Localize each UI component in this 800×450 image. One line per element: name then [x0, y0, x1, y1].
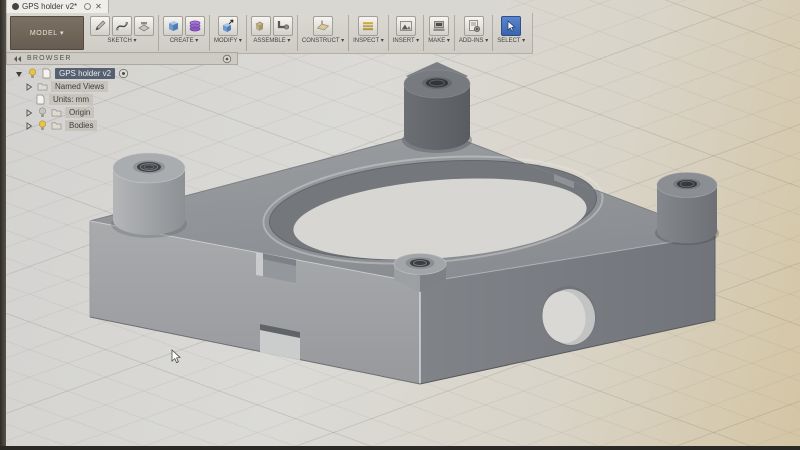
tab-close-button[interactable]: ✕ — [94, 2, 103, 11]
toolbar-group-inspect: INSPECT ▾ — [349, 15, 389, 51]
browser-tree: GPS holder v2 Named Views Units: mm Orig… — [6, 67, 129, 132]
browser-item-units[interactable]: Units: mm — [6, 93, 129, 106]
document-tab-title: GPS holder v2* — [22, 2, 78, 11]
browser-item-named-views[interactable]: Named Views — [6, 80, 129, 93]
toolbar-group-addins: ADD-INS ▾ — [455, 15, 494, 51]
visibility-bulb-off-icon[interactable] — [37, 107, 48, 118]
pencil-icon[interactable] — [90, 16, 110, 36]
toolbar-group-label[interactable]: SKETCH ▾ — [107, 37, 136, 44]
app-badge-icon — [12, 3, 19, 10]
folder-icon — [51, 107, 62, 118]
folder-icon — [51, 120, 62, 131]
expander-closed-icon[interactable] — [23, 120, 34, 131]
document-tab[interactable]: GPS holder v2* ✕ — [6, 0, 109, 13]
new-component-icon[interactable] — [250, 16, 271, 36]
main-toolbar: MODEL ▾ SKETCH ▾ CREATE ▾ MODIFY ▾ ASSEM… — [6, 13, 534, 54]
toolbar-group-create: CREATE ▾ — [159, 15, 210, 51]
toolbar-group-assemble: ASSEMBLE ▾ — [247, 15, 298, 51]
toolbar-group-label[interactable]: INSERT ▾ — [393, 37, 419, 44]
toolbar-group-label[interactable]: CONSTRUCT ▾ — [302, 37, 344, 44]
sketch-slab-icon[interactable] — [134, 16, 154, 36]
mouse-cursor — [171, 349, 181, 364]
expander-closed-icon[interactable] — [23, 107, 34, 118]
screen-bezel-left — [0, 0, 6, 450]
screen-bezel-bottom — [0, 446, 800, 450]
activate-component-radio[interactable] — [118, 68, 129, 79]
press-pull-icon[interactable] — [217, 16, 238, 36]
browser-panel-title: BROWSER — [27, 55, 72, 62]
model-post-back[interactable] — [402, 62, 472, 153]
browser-item-label[interactable]: Named Views — [51, 81, 109, 92]
browser-item-label[interactable]: GPS holder v2 — [55, 68, 116, 79]
toolbar-group-label[interactable]: INSPECT ▾ — [353, 37, 384, 44]
browser-item-root[interactable]: GPS holder v2 — [6, 67, 129, 80]
coil-icon[interactable] — [185, 16, 205, 36]
folder-icon — [37, 81, 48, 92]
toolbar-group-modify: MODIFY ▾ — [210, 15, 247, 51]
browser-item-label[interactable]: Units: mm — [49, 94, 93, 105]
browser-settings-icon[interactable] — [221, 53, 232, 64]
browser-item-label[interactable]: Bodies — [65, 120, 98, 131]
toolbar-group-label[interactable]: ASSEMBLE ▾ — [253, 37, 290, 44]
toolbar-group-sketch: SKETCH ▾ — [86, 15, 159, 51]
visibility-bulb-on-icon[interactable] — [27, 68, 38, 79]
toolbar-group-label[interactable]: CREATE ▾ — [170, 37, 199, 44]
document-tab-bar: GPS holder v2* ✕ — [6, 0, 506, 14]
toolbar-group-label[interactable]: MODIFY ▾ — [214, 37, 242, 44]
make-icon[interactable] — [429, 16, 450, 36]
browser-item-origin[interactable]: Origin — [6, 106, 129, 119]
tab-status-icon — [84, 3, 92, 10]
model-post-left[interactable] — [111, 152, 187, 238]
construction-plane-icon[interactable] — [313, 16, 334, 36]
collapse-panel-icon[interactable] — [12, 53, 23, 64]
document-icon — [35, 94, 46, 105]
component-document-icon — [41, 68, 52, 79]
visibility-bulb-on-icon[interactable] — [37, 120, 48, 131]
browser-item-bodies[interactable]: Bodies — [6, 119, 129, 132]
spline-icon[interactable] — [112, 16, 132, 36]
toolbar-group-make: MAKE ▾ — [424, 15, 455, 51]
solid-box-icon[interactable] — [163, 16, 183, 36]
toolbar-group-select: SELECT ▾ — [493, 15, 529, 51]
toolbar-group-insert: INSERT ▾ — [389, 15, 425, 51]
toolbar-group-label[interactable]: MAKE ▾ — [428, 37, 450, 44]
expander-open-icon[interactable] — [13, 68, 24, 79]
toolbar-group-construct: CONSTRUCT ▾ — [298, 15, 350, 51]
model-post-right[interactable] — [655, 172, 719, 246]
select-cursor-icon[interactable] — [501, 16, 522, 36]
add-ins-icon[interactable] — [463, 16, 484, 36]
expander-closed-icon[interactable] — [23, 81, 34, 92]
browser-item-label[interactable]: Origin — [65, 107, 95, 118]
measure-icon[interactable] — [358, 16, 379, 36]
toolbar-group-label[interactable]: ADD-INS ▾ — [459, 37, 488, 44]
browser-panel-header: BROWSER — [6, 52, 238, 65]
workspace-switcher-button[interactable]: MODEL ▾ — [10, 16, 84, 50]
insert-image-icon[interactable] — [395, 16, 416, 36]
toolbar-group-label[interactable]: SELECT ▾ — [497, 37, 525, 44]
joint-icon[interactable] — [272, 16, 293, 36]
